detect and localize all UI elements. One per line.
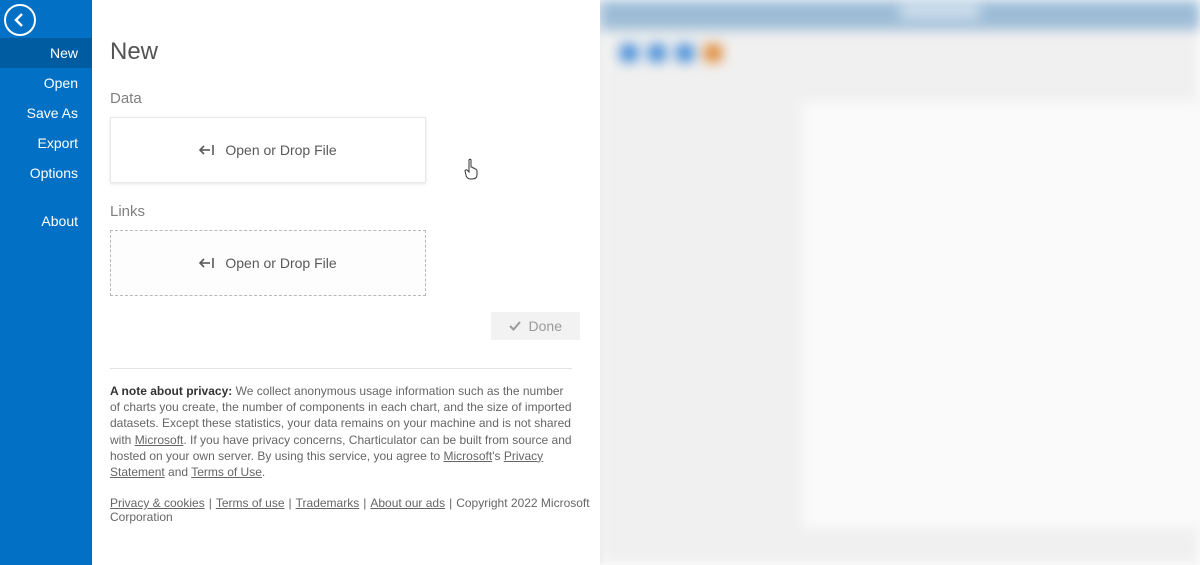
footer-link-trademarks[interactable]: Trademarks xyxy=(296,496,360,510)
privacy-heading: A note about privacy: xyxy=(110,384,232,398)
footer-links: Privacy & cookies|Terms of use|Trademark… xyxy=(110,496,600,524)
check-icon xyxy=(509,320,521,332)
sidebar-secondary-items: About xyxy=(0,206,92,236)
sidebar-item-options[interactable]: Options xyxy=(0,158,92,188)
done-row: Done xyxy=(110,312,580,340)
background-app-blurred xyxy=(600,0,1200,565)
import-icon xyxy=(199,256,217,270)
sidebar-item-about[interactable]: About xyxy=(0,206,92,236)
data-dropzone[interactable]: Open or Drop File xyxy=(110,117,426,183)
link-microsoft[interactable]: Microsoft xyxy=(135,433,184,447)
sidebar-primary-items: New Open Save As Export Options xyxy=(0,38,92,188)
sidebar-item-label: Save As xyxy=(27,105,78,121)
privacy-text: 's xyxy=(492,449,504,463)
dropzone-label: Open or Drop File xyxy=(225,142,336,158)
privacy-text: and xyxy=(165,465,191,479)
footer-link-terms[interactable]: Terms of use xyxy=(216,496,285,510)
sidebar-item-label: About xyxy=(41,213,78,229)
new-document-panel: New Data Open or Drop File Links Open or… xyxy=(92,0,600,565)
sidebar-item-label: New xyxy=(50,45,78,61)
file-menu-sidebar: New Open Save As Export Options About xyxy=(0,0,92,565)
sidebar-item-export[interactable]: Export xyxy=(0,128,92,158)
section-label-data: Data xyxy=(110,90,600,107)
sidebar-item-label: Options xyxy=(30,165,78,181)
pointer-cursor-icon xyxy=(462,158,480,180)
footer-link-privacy-cookies[interactable]: Privacy & cookies xyxy=(110,496,205,510)
back-button[interactable] xyxy=(4,4,36,36)
done-button-label: Done xyxy=(529,318,562,334)
sidebar-item-open[interactable]: Open xyxy=(0,68,92,98)
link-microsoft[interactable]: Microsoft xyxy=(444,449,493,463)
import-icon xyxy=(199,143,217,157)
privacy-text: . xyxy=(262,465,265,479)
done-button[interactable]: Done xyxy=(491,312,580,340)
dropzone-label: Open or Drop File xyxy=(225,255,336,271)
separator xyxy=(110,368,572,369)
page-title: New xyxy=(110,38,600,66)
privacy-note: A note about privacy: We collect anonymo… xyxy=(110,383,572,480)
footer-link-about-ads[interactable]: About our ads xyxy=(370,496,445,510)
sidebar-item-save-as[interactable]: Save As xyxy=(0,98,92,128)
link-terms-of-use[interactable]: Terms of Use xyxy=(191,465,262,479)
sidebar-item-label: Export xyxy=(38,135,78,151)
links-dropzone[interactable]: Open or Drop File xyxy=(110,230,426,296)
sidebar-item-label: Open xyxy=(44,75,78,91)
section-label-links: Links xyxy=(110,203,600,220)
sidebar-item-new[interactable]: New xyxy=(0,38,92,68)
arrow-left-icon xyxy=(12,12,28,28)
